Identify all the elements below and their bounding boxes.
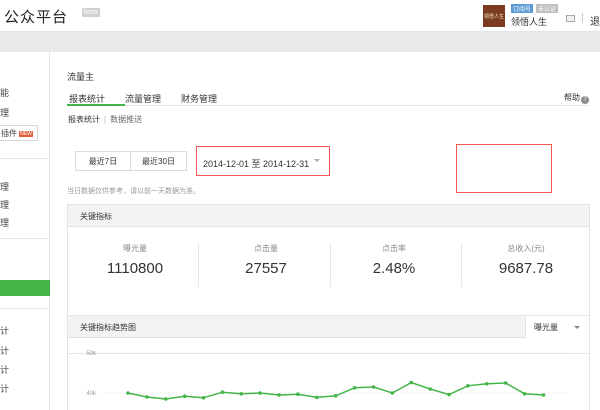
active-tab-indicator <box>67 104 125 106</box>
sidebar-item[interactable]: 计 <box>0 363 9 376</box>
data-point[interactable] <box>258 391 262 395</box>
metric-divider <box>330 243 331 287</box>
main-content: 流量主 报表统计 流量管理 财务管理 帮助? 报表统计 | 数据推送 最近7日 最近… <box>51 52 600 410</box>
metric-value: 27557 <box>245 260 287 277</box>
sidebar-item[interactable]: 理 <box>0 106 9 119</box>
data-point[interactable] <box>126 391 130 395</box>
data-point[interactable] <box>315 395 319 400</box>
y-tick-label: 40k <box>86 391 97 397</box>
data-point[interactable] <box>371 385 376 389</box>
key-metrics-header: 关键指标 <box>68 205 589 227</box>
sidebar-item[interactable]: 理 <box>0 180 9 193</box>
key-metrics-title: 关键指标 <box>80 212 112 221</box>
new-badge: NEW <box>19 130 33 137</box>
metric-label: 点击量 <box>254 244 278 253</box>
metric-value: 2.48% <box>372 260 416 277</box>
data-point[interactable] <box>201 396 206 400</box>
date-filter: 最近7日 最近30日 <box>75 151 187 171</box>
metric-divider <box>461 243 462 287</box>
sidebar-item[interactable]: 理 <box>0 198 9 211</box>
metric-divider <box>198 243 199 287</box>
beta-badge: beta <box>82 8 100 17</box>
data-point[interactable] <box>466 384 470 388</box>
trend-chart: 50k 40k <box>86 351 568 401</box>
data-point[interactable] <box>409 380 414 385</box>
date-range-value: 2014-12-01 至 2014-12-31 <box>203 159 310 169</box>
last-7-days-button[interactable]: 最近7日 <box>75 151 131 171</box>
data-note: 当日数据仅供参考，请以前一天数据为准。 <box>67 188 200 195</box>
data-point[interactable] <box>522 392 527 396</box>
tab-bar: 报表统计 流量管理 财务管理 <box>67 87 589 106</box>
sidebar-item[interactable]: 计 <box>0 324 9 337</box>
metric-value: 9687.78 <box>498 260 554 277</box>
sidebar-divider <box>0 158 50 159</box>
sidebar-item-plugin[interactable]: 插件 NEW <box>0 125 38 141</box>
subnav-data-push[interactable]: 数据推送 <box>110 115 142 124</box>
data-point[interactable] <box>390 391 395 395</box>
metric-label: 曝光量 <box>123 244 147 253</box>
revenue-highlight <box>456 144 552 193</box>
metric-clicks: 点击量 27557 <box>211 243 321 277</box>
divider <box>582 13 583 23</box>
unverified-badge: 未认证 <box>536 4 559 13</box>
metric-ctr: 点击率 2.48% <box>339 243 449 277</box>
data-point[interactable] <box>352 386 357 390</box>
data-point[interactable] <box>503 381 508 385</box>
data-point[interactable] <box>239 392 244 396</box>
data-point[interactable] <box>277 393 281 397</box>
metric-value: 1110800 <box>106 260 164 277</box>
sidebar-item-active[interactable] <box>0 280 50 296</box>
subnav-separator: | <box>104 115 107 124</box>
help-icon: ? <box>581 96 589 104</box>
sidebar-item[interactable]: 计 <box>0 344 9 357</box>
metric-impressions: 曝光量 1110800 <box>80 243 190 277</box>
account-badges: 订阅号 未认证 <box>511 4 559 13</box>
header-band <box>0 32 600 52</box>
data-point[interactable] <box>333 394 338 398</box>
metric-revenue: 总收入(元) 9687.78 <box>471 243 581 277</box>
data-point[interactable] <box>447 392 451 397</box>
sidebar-divider <box>0 238 50 239</box>
data-point[interactable] <box>541 393 546 397</box>
sidebar-item[interactable]: 计 <box>0 382 9 395</box>
subnav-report-stats[interactable]: 报表统计 <box>68 115 100 124</box>
sidebar-item[interactable]: 能 <box>0 86 9 99</box>
chevron-down-icon <box>314 159 320 162</box>
trend-panel: 关键指标趋势图 曝光量 50k 40k <box>67 315 590 410</box>
sidebar: 能 理 插件 NEW 理 理 理 计 计 计 计 <box>0 52 50 410</box>
data-point[interactable] <box>163 397 168 401</box>
metric-label: 总收入(元) <box>507 244 545 253</box>
trend-title: 关键指标趋势图 <box>80 323 136 332</box>
help-label: 帮助 <box>564 93 580 102</box>
chevron-down-icon <box>574 326 580 329</box>
trend-header: 关键指标趋势图 曝光量 <box>68 316 589 338</box>
metric-select-value: 曝光量 <box>534 323 558 332</box>
tab-traffic-management[interactable]: 流量管理 <box>125 92 161 105</box>
mail-icon[interactable] <box>566 15 575 22</box>
brand-title[interactable]: 公众平台 <box>4 6 68 27</box>
metric-select[interactable]: 曝光量 <box>525 316 589 338</box>
tab-finance-management[interactable]: 财务管理 <box>181 92 217 105</box>
data-point[interactable] <box>145 395 149 399</box>
logout-link[interactable]: 退 <box>590 13 600 28</box>
account-name[interactable]: 领悟人生 <box>511 15 547 28</box>
sub-nav: 报表统计 | 数据推送 <box>68 114 142 125</box>
top-bar: 公众平台 beta 领悟人生 订阅号 未认证 领悟人生 退 <box>0 0 600 32</box>
data-point[interactable] <box>182 394 187 398</box>
page-title: 流量主 <box>67 72 95 82</box>
data-point[interactable] <box>484 382 489 386</box>
sidebar-divider <box>0 308 50 309</box>
last-30-days-button[interactable]: 最近30日 <box>131 151 187 171</box>
sidebar-item[interactable]: 理 <box>0 216 9 229</box>
subscription-badge: 订阅号 <box>511 4 534 13</box>
data-point[interactable] <box>428 387 432 391</box>
avatar[interactable]: 领悟人生 <box>483 5 505 27</box>
metric-label: 点击率 <box>382 244 406 253</box>
data-point[interactable] <box>296 392 300 396</box>
data-point[interactable] <box>220 390 225 394</box>
sidebar-item-label: 插件 <box>1 129 17 138</box>
y-tick-label: 50k <box>86 351 97 357</box>
date-range-picker[interactable]: 2014-12-01 至 2014-12-31 <box>196 146 330 176</box>
help-link[interactable]: 帮助? <box>564 92 589 104</box>
